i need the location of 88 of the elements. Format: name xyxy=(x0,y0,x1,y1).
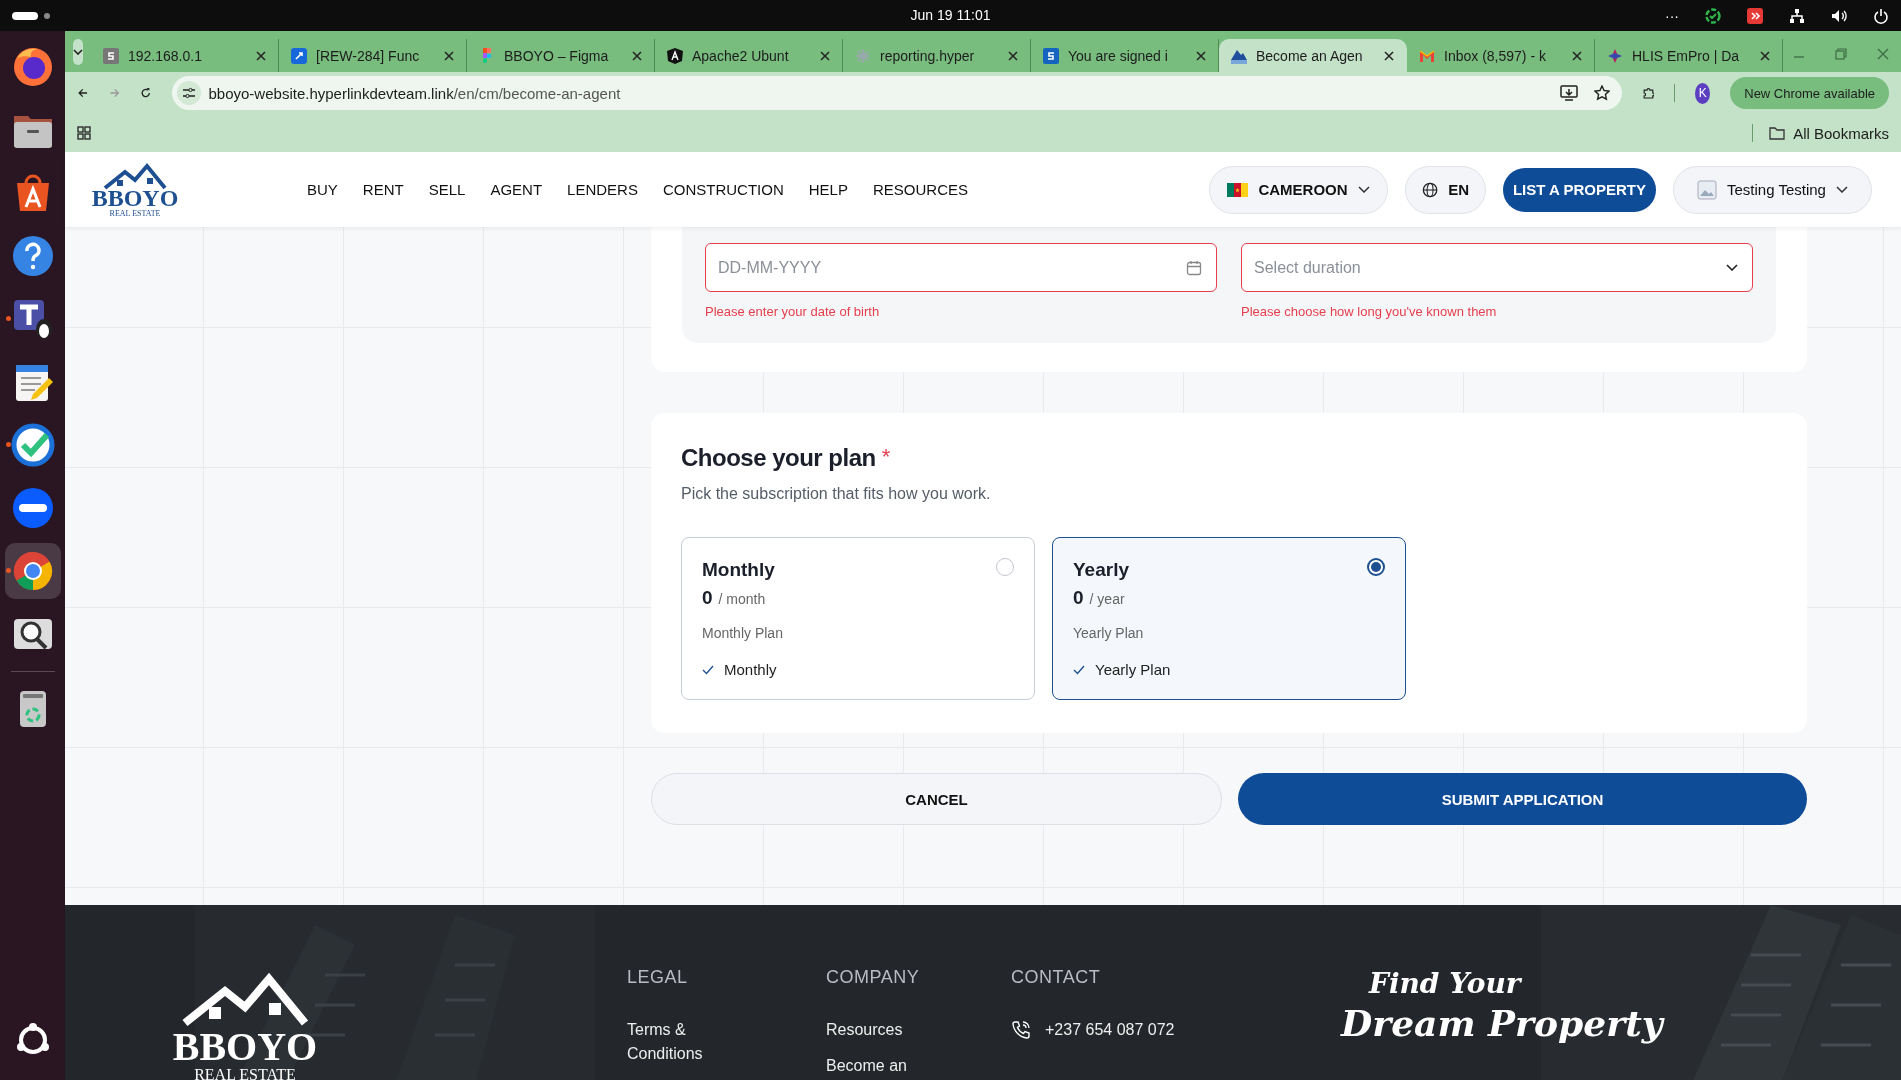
install-app-icon[interactable] xyxy=(1559,85,1578,101)
nav-link[interactable]: RESOURCES xyxy=(872,181,968,198)
nav-link[interactable]: CONSTRUCTION xyxy=(662,181,784,198)
address-bar[interactable]: bboyo-website.hyperlinkdevteam.link/en/cm/become-an-agent xyxy=(171,76,1622,110)
plan-feature: Monthly xyxy=(724,661,777,678)
checkmark-icon xyxy=(702,664,714,675)
error-message: Please choose how long you've known them xyxy=(1241,304,1498,319)
plan-description: Yearly Plan xyxy=(1073,625,1145,641)
cancel-button[interactable]: CANCEL xyxy=(651,773,1222,825)
footer-heading: CONTACT xyxy=(1011,967,1102,988)
shield-check-icon[interactable] xyxy=(1705,7,1721,24)
plan-name: Monthly xyxy=(702,559,775,581)
house-roof-icon xyxy=(103,161,167,190)
network-icon[interactable] xyxy=(1789,7,1805,24)
slogan-text: Dream Property xyxy=(1341,1002,1663,1044)
nav-link[interactable]: AGENT xyxy=(490,181,543,198)
price-period: / month xyxy=(718,591,766,607)
site-logo[interactable]: BBOYO REAL ESTATE xyxy=(170,971,320,1080)
close-icon[interactable] xyxy=(1008,50,1018,61)
asterisk-icon xyxy=(855,47,871,64)
workspace-indicator-icon[interactable] xyxy=(12,10,52,21)
close-icon[interactable] xyxy=(632,50,642,61)
overflow-menu[interactable]: ··· xyxy=(1665,7,1679,24)
bookmark-star-icon[interactable] xyxy=(1593,85,1610,101)
clock[interactable]: Jun 19 11:01 xyxy=(910,7,991,23)
nav-link[interactable]: RENT xyxy=(362,181,404,198)
footer-link[interactable]: Become an xyxy=(826,1054,936,1078)
user-menu[interactable]: Testing Testing xyxy=(1673,165,1872,214)
plan-price: 0 xyxy=(702,587,713,609)
plan-description: Monthly Plan xyxy=(702,625,784,641)
flag-icon xyxy=(1227,182,1249,197)
phone-number[interactable]: +237 654 087 072 xyxy=(1045,1018,1175,1042)
nav-link[interactable]: LENDERS xyxy=(567,181,638,198)
checkmark-icon[interactable] xyxy=(10,423,55,467)
footer-link[interactable]: Resources xyxy=(826,1018,936,1042)
close-icon[interactable] xyxy=(444,50,454,61)
submit-button[interactable]: SUBMIT APPLICATION xyxy=(1238,773,1807,825)
calendar-icon xyxy=(1186,259,1202,276)
avatar-icon xyxy=(1697,179,1717,200)
browser-tab[interactable]: Become an Agen xyxy=(1219,39,1407,72)
section-subtitle: Pick the subscription that fits how you work. xyxy=(681,485,992,503)
close-icon[interactable] xyxy=(256,50,266,61)
site-settings-icon[interactable] xyxy=(176,81,201,105)
close-icon[interactable] xyxy=(820,50,830,61)
nav-link[interactable]: HELP xyxy=(808,181,848,198)
footer-link[interactable]: Terms & Conditions xyxy=(627,1018,737,1066)
page-icon xyxy=(103,47,119,64)
slogan-text: Find Your xyxy=(1369,967,1523,1000)
country-selector[interactable]: CAMEROON xyxy=(1209,165,1388,214)
close-icon[interactable] xyxy=(1196,50,1206,61)
close-icon[interactable] xyxy=(1760,50,1770,61)
section-title: Choose your plan xyxy=(681,444,876,472)
plan-name: Yearly xyxy=(1073,559,1129,581)
chevron-down-icon xyxy=(73,49,83,55)
checkmark-icon xyxy=(1073,664,1085,675)
plan-option[interactable]: Monthly 0 / month Monthly Plan Monthly xyxy=(681,537,1035,700)
radio-button[interactable] xyxy=(1367,558,1385,576)
help-icon[interactable] xyxy=(10,234,55,278)
power-icon[interactable] xyxy=(1873,7,1889,24)
tab-list-button[interactable] xyxy=(73,39,83,65)
page-icon xyxy=(1043,47,1059,64)
url-text: bboyo-website.hyperlinkdevteam.link/en/cm/become-an-agent xyxy=(208,84,621,102)
shield-icon xyxy=(667,47,683,64)
language-selector[interactable]: EN xyxy=(1405,165,1486,214)
phone-icon xyxy=(1011,1020,1031,1040)
globe-icon xyxy=(1422,180,1439,199)
plan-price: 0 xyxy=(1073,587,1084,609)
update-button[interactable]: New Chrome available xyxy=(1730,77,1890,109)
chevron-down-icon xyxy=(1357,186,1370,193)
bookmarks-folder[interactable]: All Bookmarks xyxy=(1769,124,1889,142)
close-icon[interactable] xyxy=(1384,50,1394,61)
folder-icon xyxy=(1769,126,1786,140)
chevron-down-icon xyxy=(1835,186,1848,193)
required-mark: * xyxy=(881,444,891,470)
star-icon xyxy=(1607,47,1623,64)
error-message: Please enter your date of birth xyxy=(705,304,881,319)
mail-icon xyxy=(1419,47,1435,64)
chevron-down-icon xyxy=(1726,264,1738,271)
price-period: / year xyxy=(1089,591,1125,607)
app-indicator-icon[interactable] xyxy=(1747,7,1763,24)
close-icon[interactable] xyxy=(1572,50,1582,61)
nav-link[interactable]: BUY xyxy=(307,181,338,198)
list-property-button[interactable]: LIST A PROPERTY xyxy=(1503,167,1656,212)
profile-avatar[interactable]: K xyxy=(1695,82,1711,104)
footer-heading: LEGAL xyxy=(627,967,689,988)
plan-option[interactable]: Yearly 0 / year Yearly Plan Yearly Plan xyxy=(1052,537,1406,700)
nav-link[interactable]: SELL xyxy=(428,181,466,198)
plan-feature: Yearly Plan xyxy=(1095,661,1171,678)
